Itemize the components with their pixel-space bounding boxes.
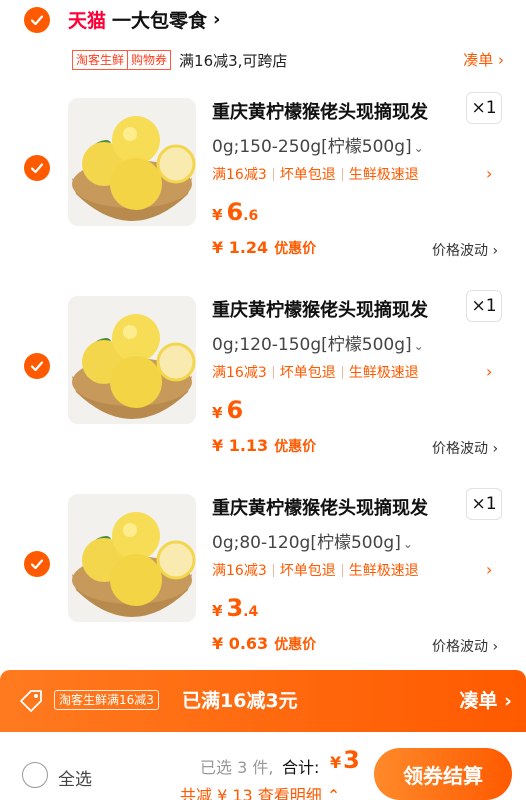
discount-price: ¥ 0.63 优惠价 xyxy=(212,634,316,654)
tag-divider xyxy=(341,365,343,379)
chevron-right-icon[interactable]: › xyxy=(486,560,492,579)
product-image[interactable] xyxy=(68,98,196,226)
store-name-link[interactable]: 天猫 一大包零食 › xyxy=(68,6,220,33)
tag-icon xyxy=(20,690,42,712)
store-check-icon[interactable] xyxy=(24,7,50,33)
chevron-right-icon[interactable]: › xyxy=(486,362,492,381)
tag-divider xyxy=(272,167,274,181)
tag-promo: 满16减3 xyxy=(212,365,267,381)
chevron-right-icon[interactable]: › xyxy=(486,164,492,183)
price-currency: ¥ xyxy=(212,404,223,422)
item-check-icon[interactable] xyxy=(24,155,50,181)
item-check-icon[interactable] xyxy=(24,353,50,379)
discount-label: 优惠价 xyxy=(274,637,317,653)
promo-text: 满16减3,可跨店 xyxy=(179,51,288,70)
checkout-button[interactable]: 领券结算 xyxy=(374,748,512,800)
checkout-bar: 全选 已选 3 件, 合计: ¥3 共减 ¥ 13 查看明细 ⌃ 领券结算 xyxy=(0,732,526,800)
total-label: 合计: xyxy=(282,758,320,777)
store-promo-row: 淘客生鲜 购物券 满16减3,可跨店 凑单 › xyxy=(72,46,526,74)
price-fluctuation-link[interactable]: 价格波动 › xyxy=(432,636,498,656)
spec-text: 0g;120-150g[柠檬500g] xyxy=(212,335,412,355)
tag-refund: 生鲜极速退 xyxy=(348,563,419,579)
total-currency: ¥ xyxy=(330,753,342,772)
store-brand: 天猫 xyxy=(68,10,107,32)
tag-divider xyxy=(341,563,343,577)
price-integer: 3 xyxy=(226,594,244,622)
discount-label: 优惠价 xyxy=(274,439,317,455)
discount-value: ¥ 1.24 xyxy=(212,238,269,257)
tag-divider xyxy=(272,563,274,577)
price-currency: ¥ xyxy=(212,206,223,224)
spec-text: 0g;150-250g[柠檬500g] xyxy=(212,137,412,157)
promo-banner: 淘客生鲜满16减3 已满16减3元 凑单 › xyxy=(0,670,526,732)
tag-return: 坏单包退 xyxy=(279,563,336,579)
discount-value: ¥ 0.63 xyxy=(212,634,269,653)
product-image[interactable] xyxy=(68,296,196,424)
price-decimal: .6 xyxy=(243,208,259,224)
total-price: ¥3 xyxy=(330,746,360,774)
chevron-down-icon: ⌄ xyxy=(413,339,424,353)
tag-divider xyxy=(272,365,274,379)
discount-price: ¥ 1.24 优惠价 xyxy=(212,238,316,258)
discount-price: ¥ 1.13 优惠价 xyxy=(212,436,316,456)
tag-refund: 生鲜极速退 xyxy=(348,365,419,381)
discount-value: ¥ 1.13 xyxy=(212,436,269,455)
tag-return: 坏单包退 xyxy=(279,167,336,183)
spec-selector[interactable]: 0g;80-120g[柠檬500g] ⌄ xyxy=(212,528,413,553)
service-tags[interactable]: 满16减3 坏单包退 生鲜极速退 xyxy=(212,164,419,184)
product-title[interactable]: 重庆黄柠檬猴佬头现摘现发 xyxy=(212,98,428,124)
item-price: ¥6 xyxy=(212,396,243,424)
banner-text: 已满16减3元 xyxy=(182,690,298,712)
store-title: 一大包零食 xyxy=(112,10,208,32)
banner-promo-tag: 淘客生鲜满16减3 xyxy=(54,690,159,710)
spec-selector[interactable]: 0g;120-150g[柠檬500g] ⌄ xyxy=(212,330,424,355)
price-fluctuation-link[interactable]: 价格波动 › xyxy=(432,438,498,458)
product-title[interactable]: 重庆黄柠檬猴佬头现摘现发 xyxy=(212,494,428,520)
product-title[interactable]: 重庆黄柠檬猴佬头现摘现发 xyxy=(212,296,428,322)
promo-tag-fresh: 淘客生鲜 xyxy=(72,50,129,70)
service-tags[interactable]: 满16减3 坏单包退 生鲜极速退 xyxy=(212,362,419,382)
price-fluctuation-link[interactable]: 价格波动 › xyxy=(432,240,498,260)
quantity-button[interactable]: ×1 xyxy=(466,290,502,322)
price-currency: ¥ xyxy=(212,602,223,620)
service-tags[interactable]: 满16减3 坏单包退 生鲜极速退 xyxy=(212,560,419,580)
tag-divider xyxy=(341,167,343,181)
total-amount: 3 xyxy=(343,746,360,774)
spec-selector[interactable]: 0g;150-250g[柠檬500g] ⌄ xyxy=(212,132,424,157)
item-price: ¥3.4 xyxy=(212,594,258,622)
tag-refund: 生鲜极速退 xyxy=(348,167,419,183)
add-more-link[interactable]: 凑单 › xyxy=(463,49,504,70)
tag-return: 坏单包退 xyxy=(279,365,336,381)
item-price: ¥6.6 xyxy=(212,198,258,226)
cart-item: 重庆黄柠檬猴佬头现摘现发 ×1 0g;150-250g[柠檬500g] ⌄ 满16… xyxy=(0,92,526,294)
store-header: 天猫 一大包零食 › xyxy=(0,0,526,42)
promo-tag-coupon: 购物券 xyxy=(128,50,172,70)
price-integer: 6 xyxy=(226,396,244,424)
discount-details-link[interactable]: 共减 ¥ 13 查看明细 ⌃ xyxy=(180,782,340,800)
selected-count: 已选 3 件, xyxy=(200,758,274,777)
price-decimal: .4 xyxy=(243,604,259,620)
tag-promo: 满16减3 xyxy=(212,563,267,579)
quantity-button[interactable]: ×1 xyxy=(466,92,502,124)
select-all-label[interactable]: 全选 xyxy=(58,765,92,790)
chevron-down-icon: ⌄ xyxy=(402,537,413,551)
price-integer: 6 xyxy=(226,198,244,226)
cart-item: 重庆黄柠檬猴佬头现摘现发 ×1 0g;120-150g[柠檬500g] ⌄ 满16… xyxy=(0,290,526,492)
cart-item: 重庆黄柠檬猴佬头现摘现发 ×1 0g;80-120g[柠檬500g] ⌄ 满16减… xyxy=(0,488,526,690)
discount-label: 优惠价 xyxy=(274,241,317,257)
item-check-icon[interactable] xyxy=(24,551,50,577)
banner-add-more-link[interactable]: 凑单 › xyxy=(460,686,512,713)
select-all-checkbox[interactable] xyxy=(22,762,48,788)
chevron-right-icon: › xyxy=(213,9,221,30)
spec-text: 0g;80-120g[柠檬500g] xyxy=(212,533,401,553)
tag-promo: 满16减3 xyxy=(212,167,267,183)
chevron-down-icon: ⌄ xyxy=(413,141,424,155)
product-image[interactable] xyxy=(68,494,196,622)
quantity-button[interactable]: ×1 xyxy=(466,488,502,520)
